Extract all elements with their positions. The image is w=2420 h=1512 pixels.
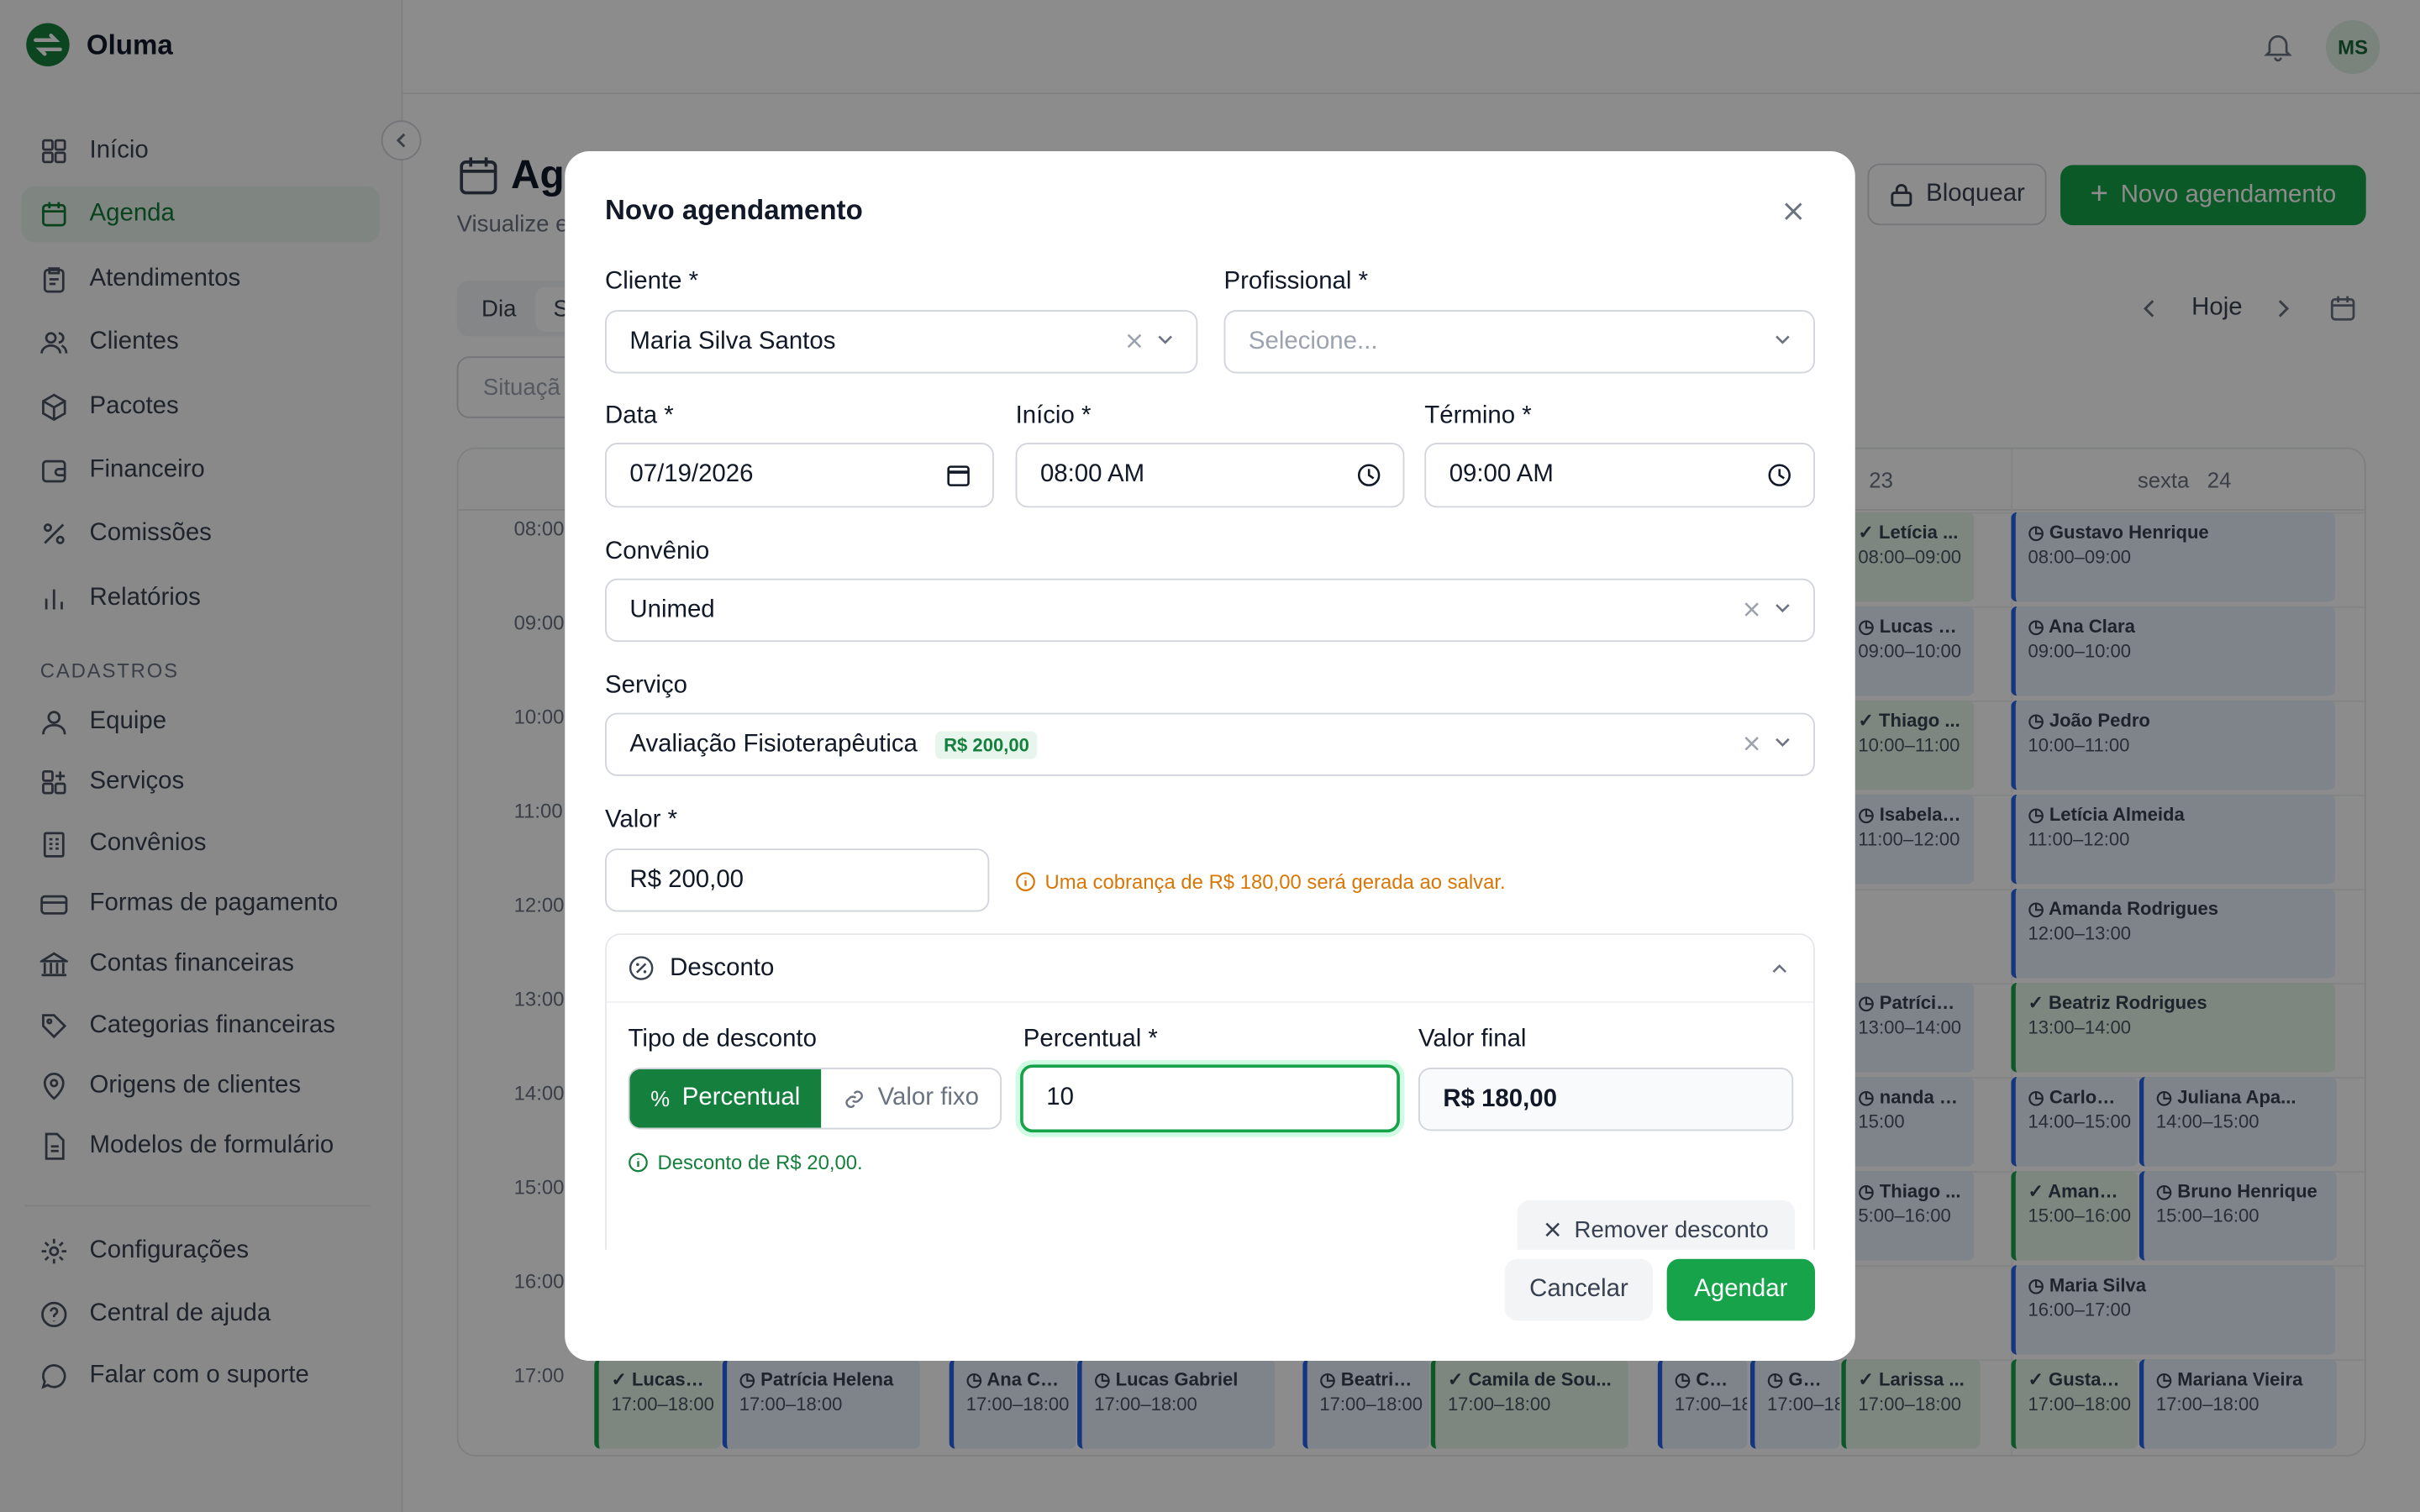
remove-discount-label: Remover desconto <box>1574 1216 1769 1243</box>
termino-label: Término * <box>1424 402 1532 429</box>
inicio-value: 08:00 AM <box>1039 461 1145 488</box>
close-icon <box>1545 1222 1560 1237</box>
percentual-value: 10 <box>1046 1084 1074 1111</box>
clear-cliente-icon[interactable] <box>1125 332 1144 350</box>
data-input[interactable]: 07/19/2026 <box>604 443 994 508</box>
servico-label: Serviço <box>604 672 688 700</box>
inicio-input[interactable]: 08:00 AM <box>1015 443 1405 508</box>
data-label: Data * <box>604 402 674 429</box>
valor-final-value: R$ 180,00 <box>1443 1085 1557 1112</box>
termino-value: 09:00 AM <box>1449 461 1554 488</box>
profissional-select[interactable]: Selecione... <box>1223 310 1815 374</box>
tipo-desconto-toggle: % Percentual Valor fixo <box>628 1068 1002 1130</box>
valor-label: Valor * <box>604 806 678 833</box>
percent-icon: % <box>650 1086 671 1111</box>
chevron-down-icon <box>1158 335 1172 344</box>
chevron-up-icon[interactable] <box>1770 959 1789 978</box>
close-icon[interactable] <box>1781 199 1806 223</box>
valor-hint: Uma cobrança de R$ 180,00 será gerada ao… <box>1016 869 1506 894</box>
cliente-select[interactable]: Maria Silva Santos <box>604 310 1198 374</box>
tipo-desconto-label: Tipo de desconto <box>628 1026 817 1053</box>
desconto-title: Desconto <box>670 954 775 981</box>
tipo-fixo-option[interactable]: Valor fixo <box>821 1069 1000 1128</box>
discount-badge-icon <box>629 956 654 980</box>
submit-button[interactable]: Agendar <box>1666 1258 1815 1321</box>
clock-icon[interactable] <box>1356 463 1381 487</box>
termino-input[interactable]: 09:00 AM <box>1424 443 1815 508</box>
clear-servico-icon[interactable] <box>1743 734 1761 753</box>
app-root: Oluma Início Agenda Atendimentos Clientes Pa… <box>0 0 2420 1512</box>
valor-input[interactable]: R$ 200,00 <box>604 848 990 912</box>
percentual-label: Percentual * <box>1023 1026 1158 1053</box>
valor-value: R$ 200,00 <box>629 866 744 893</box>
inicio-label: Início * <box>1015 402 1092 429</box>
tipo-fixo-label: Valor fixo <box>877 1084 979 1111</box>
modal-title: Novo agendamento <box>604 194 863 226</box>
profissional-label: Profissional * <box>1223 268 1369 295</box>
convenio-value: Unimed <box>629 596 715 623</box>
cliente-label: Cliente * <box>604 268 699 295</box>
profissional-placeholder: Selecione... <box>1248 328 1378 354</box>
modal-footer: Cancelar Agendar <box>565 1249 1855 1361</box>
convenio-label: Convênio <box>604 538 710 565</box>
chevron-down-icon <box>1776 335 1790 344</box>
servico-price-badge: R$ 200,00 <box>935 730 1038 759</box>
new-appointment-modal: Novo agendamento Cliente * Maria Silva S… <box>565 150 1855 1361</box>
desconto-hint-text: Desconto de R$ 20,00. <box>657 1151 863 1174</box>
servico-select[interactable]: Avaliação Fisioterapêutica R$ 200,00 <box>604 712 1815 776</box>
calendar-picker-icon[interactable] <box>946 463 971 487</box>
cancel-button[interactable]: Cancelar <box>1504 1258 1654 1321</box>
valor-hint-text: Uma cobrança de R$ 180,00 será gerada ao… <box>1044 869 1506 894</box>
valor-final-display: R$ 180,00 <box>1418 1068 1794 1131</box>
info-icon <box>629 1152 648 1173</box>
info-icon <box>1016 872 1035 892</box>
tipo-percentual-option[interactable]: % Percentual <box>629 1068 822 1128</box>
link-icon <box>844 1089 863 1108</box>
chevron-down-icon <box>1776 604 1790 613</box>
desconto-header[interactable]: Desconto <box>606 935 1814 1003</box>
convenio-select[interactable]: Unimed <box>604 578 1815 643</box>
servico-value: Avaliação Fisioterapêutica <box>629 730 918 757</box>
percentual-input[interactable]: 10 <box>1020 1064 1400 1133</box>
valor-final-label: Valor final <box>1418 1026 1527 1053</box>
tipo-percentual-label: Percentual <box>681 1084 801 1111</box>
desconto-hint: Desconto de R$ 20,00. <box>629 1151 863 1174</box>
cliente-value: Maria Silva Santos <box>629 328 836 354</box>
clear-convenio-icon[interactable] <box>1743 600 1761 618</box>
clock-icon[interactable] <box>1767 463 1791 487</box>
chevron-down-icon <box>1776 738 1790 747</box>
data-value: 07/19/2026 <box>629 461 754 488</box>
